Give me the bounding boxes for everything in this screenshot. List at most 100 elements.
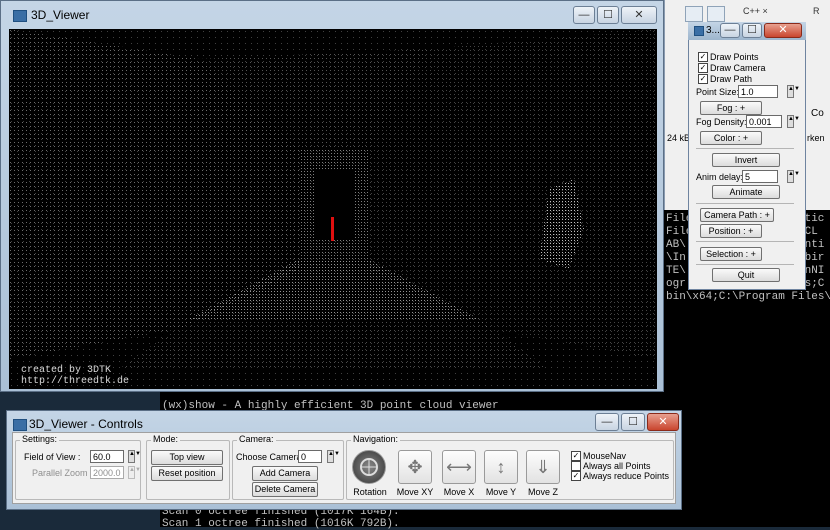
options-titlebar: 3... — ☐ ✕	[688, 22, 806, 40]
anim-delay-field[interactable]: 5	[742, 170, 778, 183]
console-line: Scan 1 octree finished (1016K 792B).	[162, 518, 400, 530]
point-cloud-render	[9, 29, 657, 389]
choose-camera-field[interactable]: 0	[298, 450, 322, 463]
browser-tab-2[interactable]: R	[813, 6, 820, 16]
anim-delay-spinner[interactable]: ▲▼	[787, 170, 800, 183]
fov-label: Field of View :	[24, 452, 81, 462]
move-x-icon[interactable]: ⟷	[442, 450, 476, 484]
add-camera-button[interactable]: Add Camera	[252, 466, 318, 481]
always-all-points-label: Always all Points	[583, 461, 651, 471]
parallel-zoom-label: Parallel Zoom :	[32, 468, 93, 478]
viewer-window: 3D_Viewer — ☐ ✕ created by 3DTK http://t…	[0, 0, 664, 392]
selection-button[interactable]: Selection : +	[700, 247, 762, 261]
browser-partial-text: Co	[811, 108, 824, 119]
camera-marker	[331, 217, 334, 241]
draw-points-checkbox[interactable]: ✓ Draw Points	[698, 52, 759, 62]
point-size-label: Point Size:	[696, 87, 740, 97]
fog-density-field[interactable]: 0.001	[746, 115, 782, 128]
credit-url: http://threedtk.de	[21, 376, 130, 387]
camera-path-label: Camera Path :	[704, 210, 763, 220]
options-title: 3...	[706, 25, 720, 36]
position-label: Position :	[708, 226, 746, 236]
mode-title: Mode:	[151, 434, 181, 444]
delete-camera-button[interactable]: Delete Camera	[252, 482, 318, 497]
fov-field[interactable]: 60.0	[90, 450, 124, 463]
close-button[interactable]: ✕	[621, 6, 657, 24]
browser-partial-text: 24 kB	[667, 133, 691, 143]
plus-icon: +	[748, 226, 754, 236]
move-z-label: Move Z	[527, 487, 558, 497]
choose-camera-spinner[interactable]: ▲▼	[327, 450, 340, 463]
divider	[696, 148, 794, 149]
console-line: TE\	[666, 265, 686, 277]
always-reduce-points-checkbox[interactable]: ✓ Always reduce Points	[571, 471, 669, 481]
console-line: AB\	[666, 239, 686, 251]
plus-icon: +	[764, 210, 770, 220]
draw-camera-label: Draw Camera	[710, 63, 766, 73]
options-maximize-button[interactable]: ☐	[742, 23, 762, 38]
parallel-zoom-field[interactable]: 2000.0	[90, 466, 124, 479]
divider	[696, 241, 794, 242]
controls-title: 3D_Viewer - Controls	[29, 417, 143, 431]
app-icon	[694, 26, 704, 36]
fog-density-label: Fog Density:	[696, 117, 747, 127]
app-icon	[13, 419, 27, 431]
draw-points-label: Draw Points	[710, 52, 759, 62]
always-reduce-points-label: Always reduce Points	[583, 471, 670, 481]
move-xy-label: Move XY	[396, 487, 434, 497]
bg-minimize-button[interactable]	[685, 6, 703, 22]
plus-icon: +	[739, 103, 746, 113]
quit-button[interactable]: Quit	[712, 268, 780, 282]
bg-maximize-button[interactable]	[707, 6, 725, 22]
options-close-button[interactable]: ✕	[764, 23, 802, 38]
camera-path-button[interactable]: Camera Path : +	[700, 208, 774, 222]
rotation-icon[interactable]	[352, 450, 386, 484]
top-view-button[interactable]: Top view	[151, 450, 223, 465]
app-icon	[13, 10, 27, 22]
anim-delay-label: Anim delay:	[696, 172, 744, 182]
parallel-zoom-spinner[interactable]: ▲▼	[128, 466, 141, 479]
divider	[696, 264, 794, 265]
camera-title: Camera:	[237, 434, 276, 444]
controls-minimize-button[interactable]: —	[595, 413, 619, 431]
navigation-title: Navigation:	[351, 434, 401, 444]
controls-maximize-button[interactable]: ☐	[621, 413, 645, 431]
maximize-button[interactable]: ☐	[597, 6, 619, 24]
plus-icon: +	[742, 133, 749, 143]
fog-button[interactable]: Fog : +	[700, 101, 762, 115]
selection-label: Selection :	[706, 249, 749, 259]
draw-camera-checkbox[interactable]: ✓ Draw Camera	[698, 63, 766, 73]
invert-button[interactable]: Invert	[712, 153, 780, 167]
window-title: 3D_Viewer	[31, 8, 90, 22]
controls-close-button[interactable]: ✕	[647, 413, 679, 431]
always-all-points-checkbox[interactable]: Always all Points	[571, 461, 651, 471]
settings-title: Settings:	[20, 434, 60, 444]
mousenav-checkbox[interactable]: ✓ MouseNav	[571, 451, 626, 461]
color-label: Color :	[713, 133, 741, 143]
move-z-icon[interactable]: ⇓	[526, 450, 560, 484]
options-minimize-button[interactable]: —	[720, 23, 740, 38]
color-button[interactable]: Color : +	[700, 131, 762, 145]
move-xy-icon[interactable]: ✥	[398, 450, 432, 484]
browser-partial-text: rken	[807, 133, 825, 143]
fov-spinner[interactable]: ▲▼	[128, 450, 141, 463]
animate-button[interactable]: Animate	[712, 185, 780, 199]
reset-position-button[interactable]: Reset position	[151, 466, 223, 481]
draw-path-checkbox[interactable]: ✓ Draw Path	[698, 74, 752, 84]
rotation-label: Rotation	[353, 487, 387, 497]
fog-density-spinner[interactable]: ▲▼	[787, 115, 800, 128]
fog-label: Fog :	[716, 103, 738, 113]
rotation-glyph	[360, 458, 378, 476]
browser-tab-1[interactable]: C++ ×	[743, 6, 768, 16]
minimize-button[interactable]: —	[573, 6, 595, 24]
point-cloud-canvas[interactable]: created by 3DTK http://threedtk.de	[9, 29, 657, 389]
move-y-icon[interactable]: ↕	[484, 450, 518, 484]
point-size-field[interactable]: 1.0	[738, 85, 778, 98]
point-size-spinner[interactable]: ▲▼	[787, 85, 800, 98]
draw-path-label: Draw Path	[710, 74, 753, 84]
console-line: \In	[666, 252, 686, 264]
choose-camera-label: Choose Camera	[236, 452, 302, 462]
console-line: bin\x64;C:\Program Files\	[666, 291, 830, 303]
divider	[696, 203, 794, 204]
position-button[interactable]: Position : +	[700, 224, 762, 238]
